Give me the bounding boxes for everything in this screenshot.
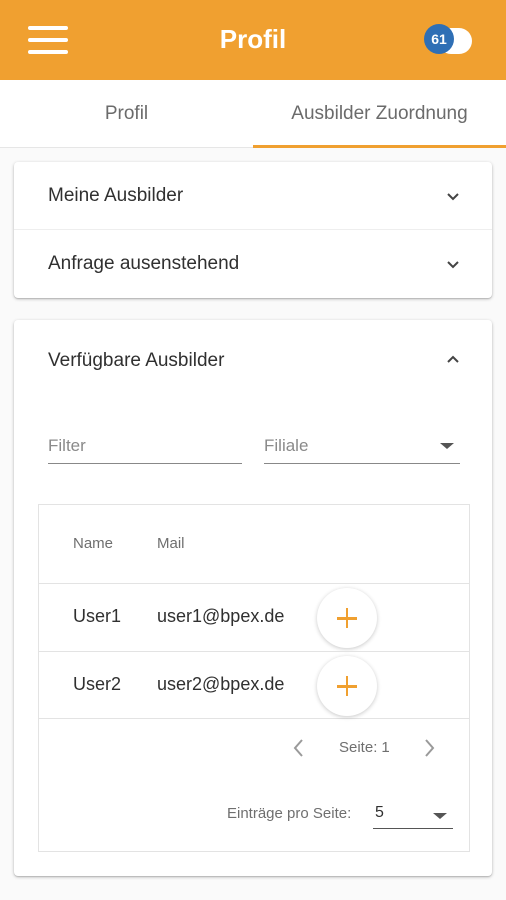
- pagination: Seite: 1: [39, 733, 469, 763]
- table-row: User1 user1@bpex.de: [39, 583, 469, 651]
- panel-pending-requests-label: Anfrage ausenstehend: [48, 253, 240, 274]
- notification-badge: 61: [424, 24, 454, 54]
- active-tab-indicator: [253, 145, 506, 148]
- row-name: User2: [73, 674, 122, 694]
- panel-my-trainers-label: Meine Ausbilder: [48, 184, 184, 206]
- column-header-name: Name: [73, 535, 114, 552]
- entries-per-page-value: 5: [375, 804, 384, 821]
- panel-pending-requests[interactable]: Anfrage ausenstehend: [14, 230, 492, 298]
- page-label: Seite:: [339, 739, 378, 756]
- column-header-mail: Mail: [157, 535, 185, 552]
- entries-per-page-label: Einträge pro Seite:: [227, 805, 352, 822]
- app-bar: Profil 61: [0, 0, 506, 80]
- page-indicator: Seite: 1: [335, 739, 390, 756]
- branch-select[interactable]: Filiale: [264, 428, 460, 464]
- tab-profil[interactable]: Profil: [0, 80, 253, 148]
- page-number: 1: [381, 739, 390, 756]
- trainers-table: Name Mail User1 user1@bpex.de User2 user…: [38, 504, 470, 852]
- branch-select-label: Filiale: [264, 436, 309, 455]
- chevron-down-icon: [447, 261, 459, 269]
- tab-bar: Profil Ausbilder Zuordnung: [0, 80, 506, 148]
- app-root: Profil 61 Profil Ausbilder Zuordnung Mei…: [0, 0, 506, 900]
- dropdown-caret-icon: [440, 443, 454, 449]
- row-mail: user2@bpex.de: [157, 674, 285, 694]
- available-trainers-card: Verfügbare Ausbilder Filiale Name Mail U…: [14, 320, 492, 876]
- plus-icon-vertical: [345, 608, 349, 628]
- chevron-left-icon[interactable]: [289, 737, 309, 759]
- notifications-toggle[interactable]: 61: [424, 24, 474, 56]
- chevron-right-icon[interactable]: [419, 737, 439, 759]
- row-name: User1: [73, 606, 122, 626]
- tab-ausbilder-zuordnung[interactable]: Ausbilder Zuordnung: [253, 80, 506, 148]
- dropdown-caret-icon: [433, 813, 447, 819]
- add-trainer-button[interactable]: [317, 588, 377, 648]
- table-row: User2 user2@bpex.de: [39, 651, 469, 719]
- entries-per-page: Einträge pro Seite: 5: [39, 801, 469, 831]
- add-trainer-button[interactable]: [317, 656, 377, 716]
- chevron-up-icon[interactable]: [446, 352, 460, 366]
- row-mail: user1@bpex.de: [157, 606, 285, 626]
- filter-input[interactable]: [48, 428, 242, 464]
- collapsed-panels-card: Meine Ausbilder Anfrage ausenstehend: [14, 162, 492, 298]
- panel-my-trainers[interactable]: Meine Ausbilder: [14, 162, 492, 230]
- entries-per-page-select[interactable]: 5: [373, 801, 453, 829]
- plus-icon-vertical: [345, 676, 349, 696]
- chevron-down-icon: [447, 193, 459, 201]
- available-trainers-title[interactable]: Verfügbare Ausbilder: [48, 350, 224, 372]
